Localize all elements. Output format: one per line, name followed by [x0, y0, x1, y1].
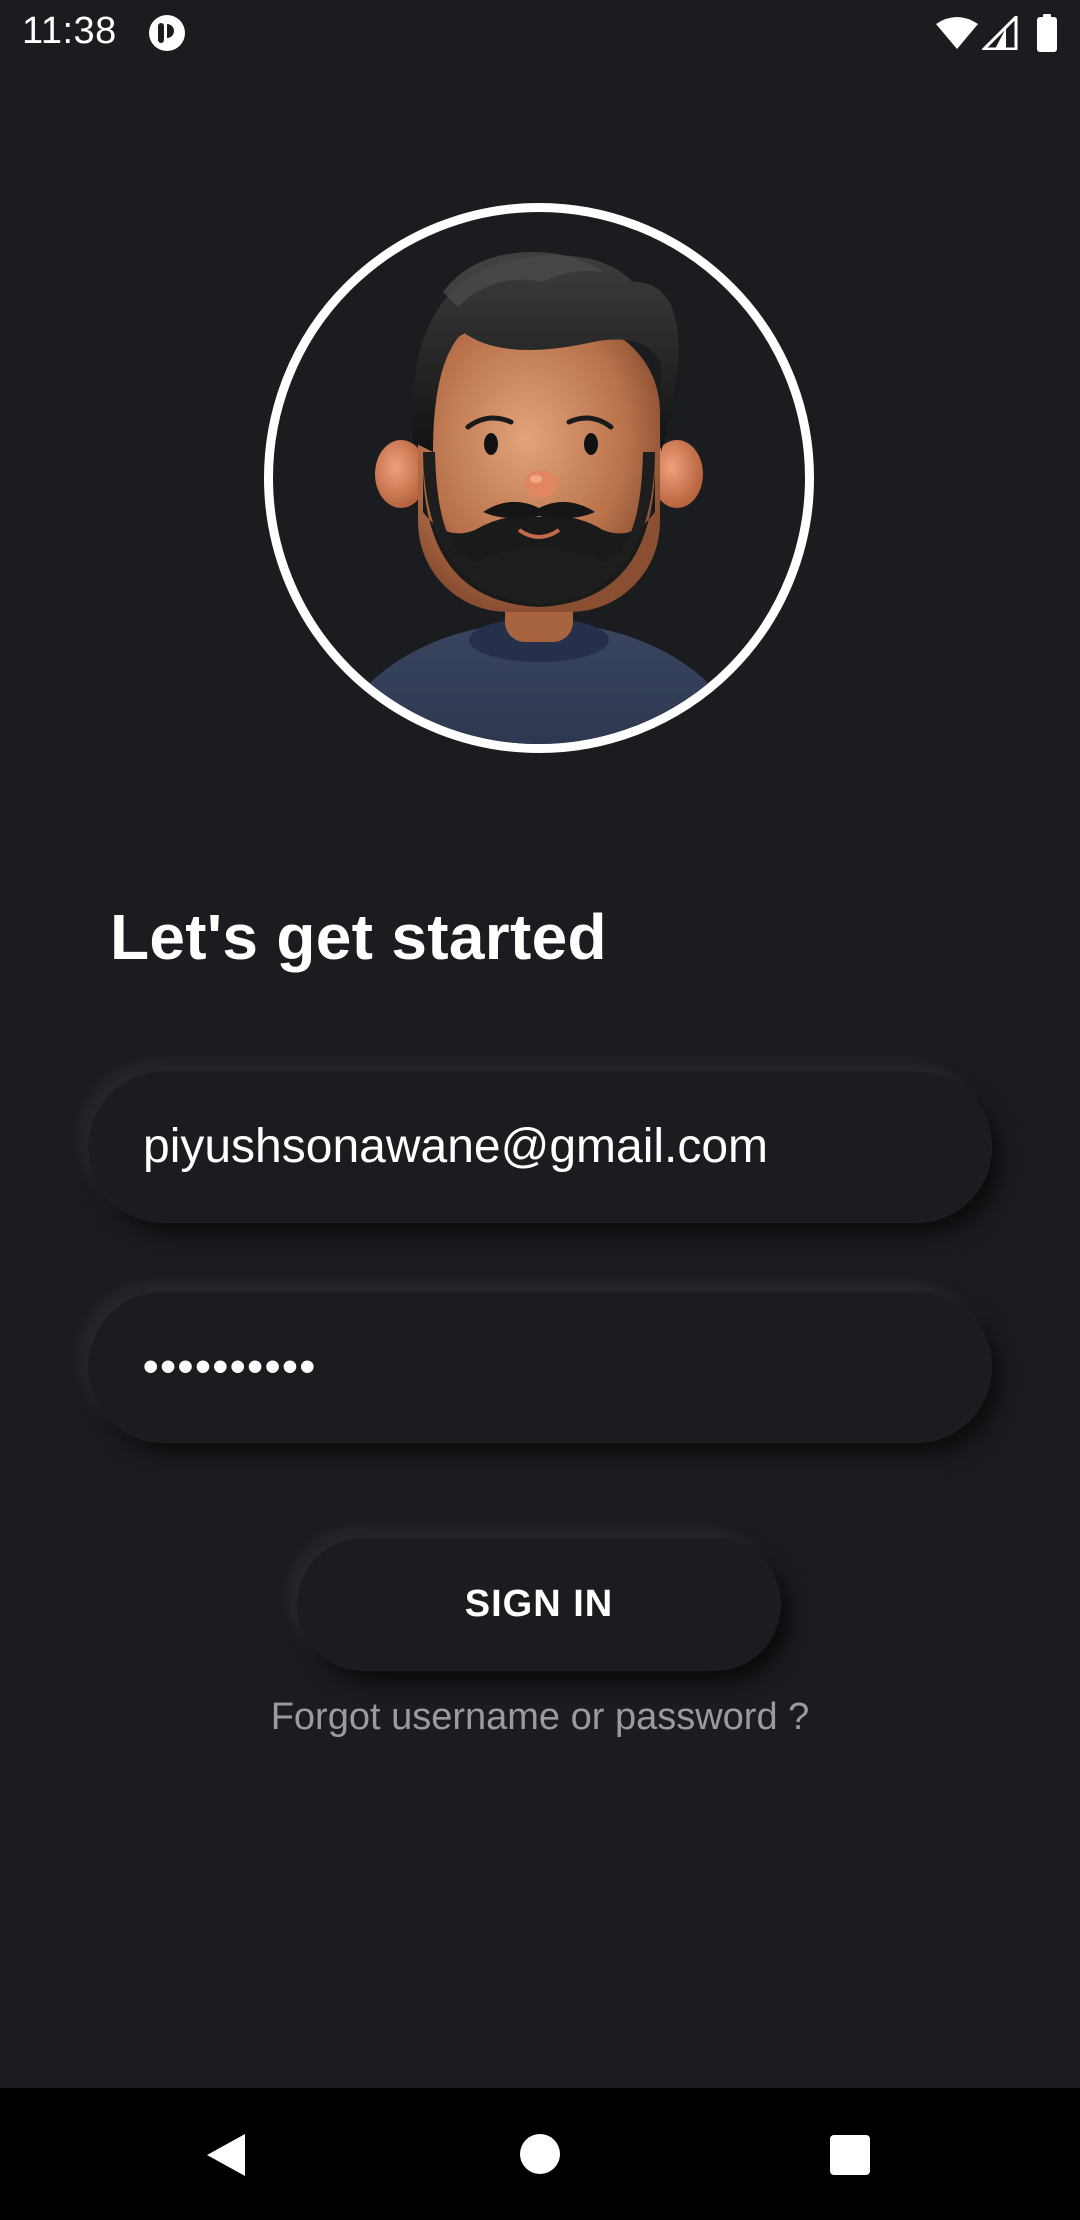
email-field[interactable]: piyushsonawane@gmail.com [88, 1071, 992, 1223]
recents-square-icon[interactable] [830, 2135, 870, 2175]
bearded-man-avatar-icon [332, 252, 746, 744]
wifi-icon [935, 16, 979, 50]
status-bar: 11:38 [0, 0, 1080, 66]
forgot-credentials-link[interactable]: Forgot username or password ? [0, 1696, 1080, 1739]
sign-in-button[interactable]: SIGN IN [297, 1538, 781, 1671]
profile-avatar [264, 203, 814, 753]
navigation-bar [0, 2088, 1080, 2220]
cell-signal-icon [980, 13, 1018, 51]
notification-app-icon [148, 14, 186, 52]
login-screen: 11:38 Let's get started piyushsonawane@g… [0, 0, 1080, 2220]
back-triangle-icon[interactable] [205, 2132, 247, 2178]
status-time: 11:38 [22, 10, 117, 52]
password-value[interactable]: •••••••••• [143, 1291, 317, 1443]
page-title: Let's get started [110, 901, 607, 973]
home-circle-icon[interactable] [520, 2134, 560, 2174]
email-value[interactable]: piyushsonawane@gmail.com [143, 1071, 768, 1223]
battery-icon [1036, 14, 1058, 52]
password-field[interactable]: •••••••••• [88, 1291, 992, 1443]
